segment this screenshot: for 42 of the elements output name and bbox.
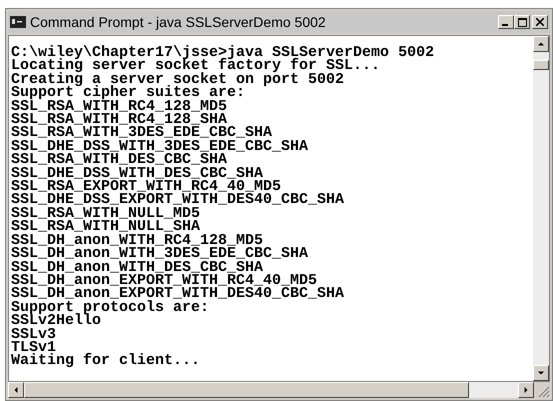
scroll-down-button[interactable] [533,365,549,381]
scrollbar-thumb[interactable] [24,382,469,398]
scroll-right-button[interactable] [518,382,534,398]
console-line: SSLv3 [11,328,56,341]
console-line: SSL_DH_anon_WITH_3DES_EDE_CBC_SHA [11,247,308,260]
close-icon [536,18,544,26]
console-line: SSL_DH_anon_WITH_DES_CBC_SHA [11,260,264,274]
console-line: SSL_DH_anon_EXPORT_WITH_DES40_CBC_SHA [11,287,344,301]
horizontal-scrollbar[interactable] [8,382,534,398]
console-line: TLSv1 [11,340,56,354]
console-line: SSL_RSA_WITH_RC4_128_MD5 [11,100,228,114]
console-line: SSL_DHE_DSS_EXPORT_WITH_DES40_CBC_SHA [11,193,344,207]
arrow-down-icon [537,370,545,376]
console-line: SSL_RSA_WITH_NULL_SHA [11,220,200,234]
scrollbar-thumb[interactable] [533,60,549,70]
console-line: SSL_DHE_DSS_WITH_DES_CBC_SHA [11,166,264,180]
scroll-left-button[interactable] [8,382,24,398]
arrow-left-icon [13,386,19,394]
console-line: SSLv2Hello [11,314,102,328]
console-line: Locating server socket factory for SSL... [11,59,380,73]
console-line: SSL_DHE_DSS_WITH_3DES_EDE_CBC_SHA [11,140,308,154]
close-button[interactable] [532,15,548,29]
console-app-icon [10,16,26,28]
console-line: SSL_DH_anon_EXPORT_WITH_RC4_40_MD5 [11,274,318,288]
console-line: SSL_RSA_WITH_RC4_128_SHA [11,113,228,126]
console-line: Support cipher suites are: [11,86,246,100]
arrow-up-icon [537,41,545,47]
maximize-button[interactable] [514,15,530,29]
console-line: Support protocols are: [11,300,210,314]
console-line: SSL_DH_anon_WITH_RC4_128_MD5 [11,234,264,248]
maximize-icon [518,18,526,26]
arrow-right-icon [523,386,529,394]
console-line: SSL_RSA_WITH_NULL_MD5 [11,206,200,220]
console-line: SSL_RSA_EXPORT_WITH_RC4_40_MD5 [11,180,282,194]
console-line: SSL_RSA_WITH_DES_CBC_SHA [11,153,228,167]
vertical-scrollbar[interactable] [533,36,549,381]
console-line: Waiting for client... [11,354,200,368]
console-line: SSL_RSA_WITH_3DES_EDE_CBC_SHA [11,126,272,140]
scroll-up-button[interactable] [533,36,549,52]
console-line: Creating a server socket on port 5002 [11,72,344,86]
minimize-button[interactable] [498,15,514,29]
window-title: Command Prompt - java SSLServerDemo 5002 [30,12,327,32]
